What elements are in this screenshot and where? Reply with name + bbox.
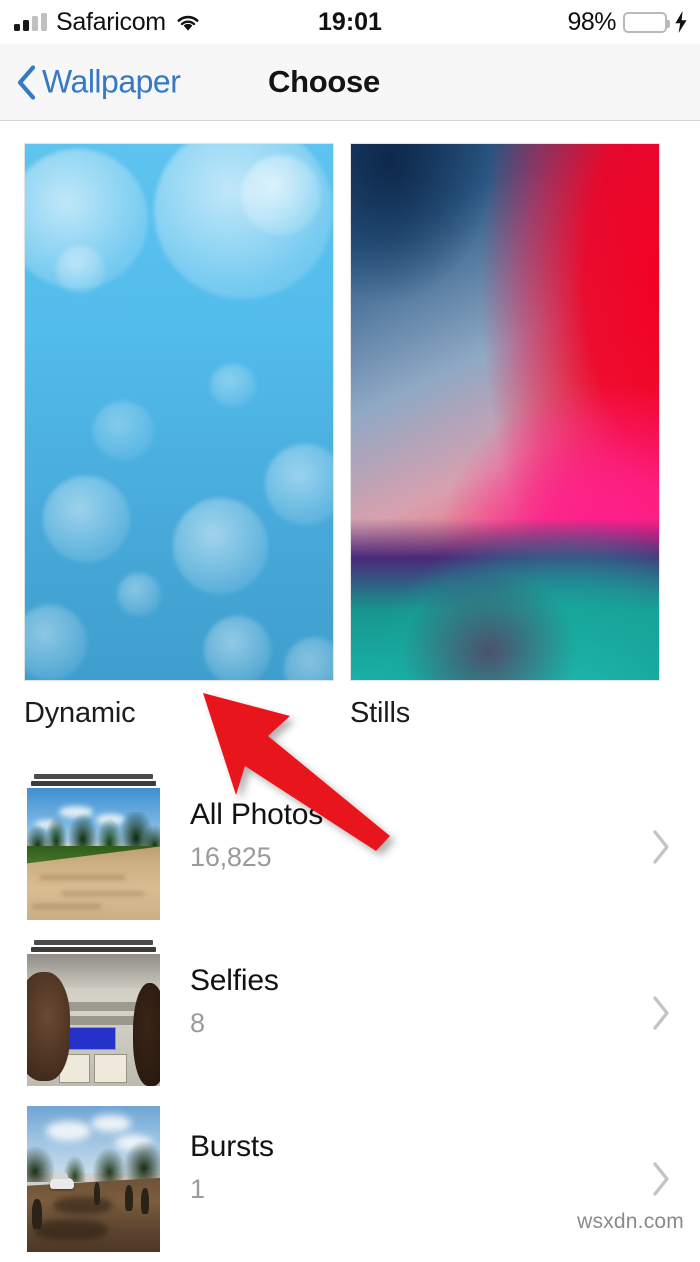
chevron-right-icon[interactable] [650, 1160, 672, 1198]
album-count: 8 [190, 1008, 205, 1038]
status-bar-right: 98% [567, 8, 688, 37]
lightning-bolt-icon [674, 11, 688, 33]
wallpaper-category-label: Dynamic [24, 697, 136, 729]
dynamic-wallpaper-thumbnail[interactable] [24, 143, 334, 681]
battery-icon [623, 11, 670, 33]
wallpaper-category-stills[interactable]: Stills [350, 143, 660, 730]
battery-percentage-label: 98% [567, 7, 616, 36]
chevron-right-icon[interactable] [650, 828, 672, 866]
page-title: Choose [268, 64, 380, 99]
album-count: 16,825 [190, 842, 272, 872]
album-count: 1 [190, 1174, 205, 1204]
album-title: Selfies [190, 964, 279, 997]
album-title: All Photos [190, 798, 324, 831]
table-row[interactable]: Bursts 1 [0, 1096, 700, 1262]
table-row[interactable]: All Photos 16,825 [0, 764, 700, 930]
all-photos-thumbnail [27, 774, 160, 920]
watermark: wsxdn.com [577, 1210, 684, 1233]
status-bar: Safaricom 19:01 98% [0, 0, 700, 44]
navigation-bar: Wallpaper Choose [0, 44, 700, 121]
album-text: Bursts 1 [190, 1130, 274, 1205]
selfies-thumbnail [27, 940, 160, 1086]
album-list: All Photos 16,825 Selfies 8 Bursts 1 [0, 764, 700, 1262]
stills-wallpaper-thumbnail[interactable] [350, 143, 660, 681]
table-row[interactable]: Selfies 8 [0, 930, 700, 1096]
chevron-right-icon[interactable] [650, 994, 672, 1032]
wallpaper-category-label: Stills [350, 697, 411, 729]
album-text: All Photos 16,825 [190, 798, 323, 873]
album-title: Bursts [190, 1130, 274, 1163]
album-text: Selfies 8 [190, 964, 279, 1039]
bursts-thumbnail [27, 1106, 160, 1252]
wallpaper-category-dynamic[interactable]: Dynamic [24, 143, 334, 730]
